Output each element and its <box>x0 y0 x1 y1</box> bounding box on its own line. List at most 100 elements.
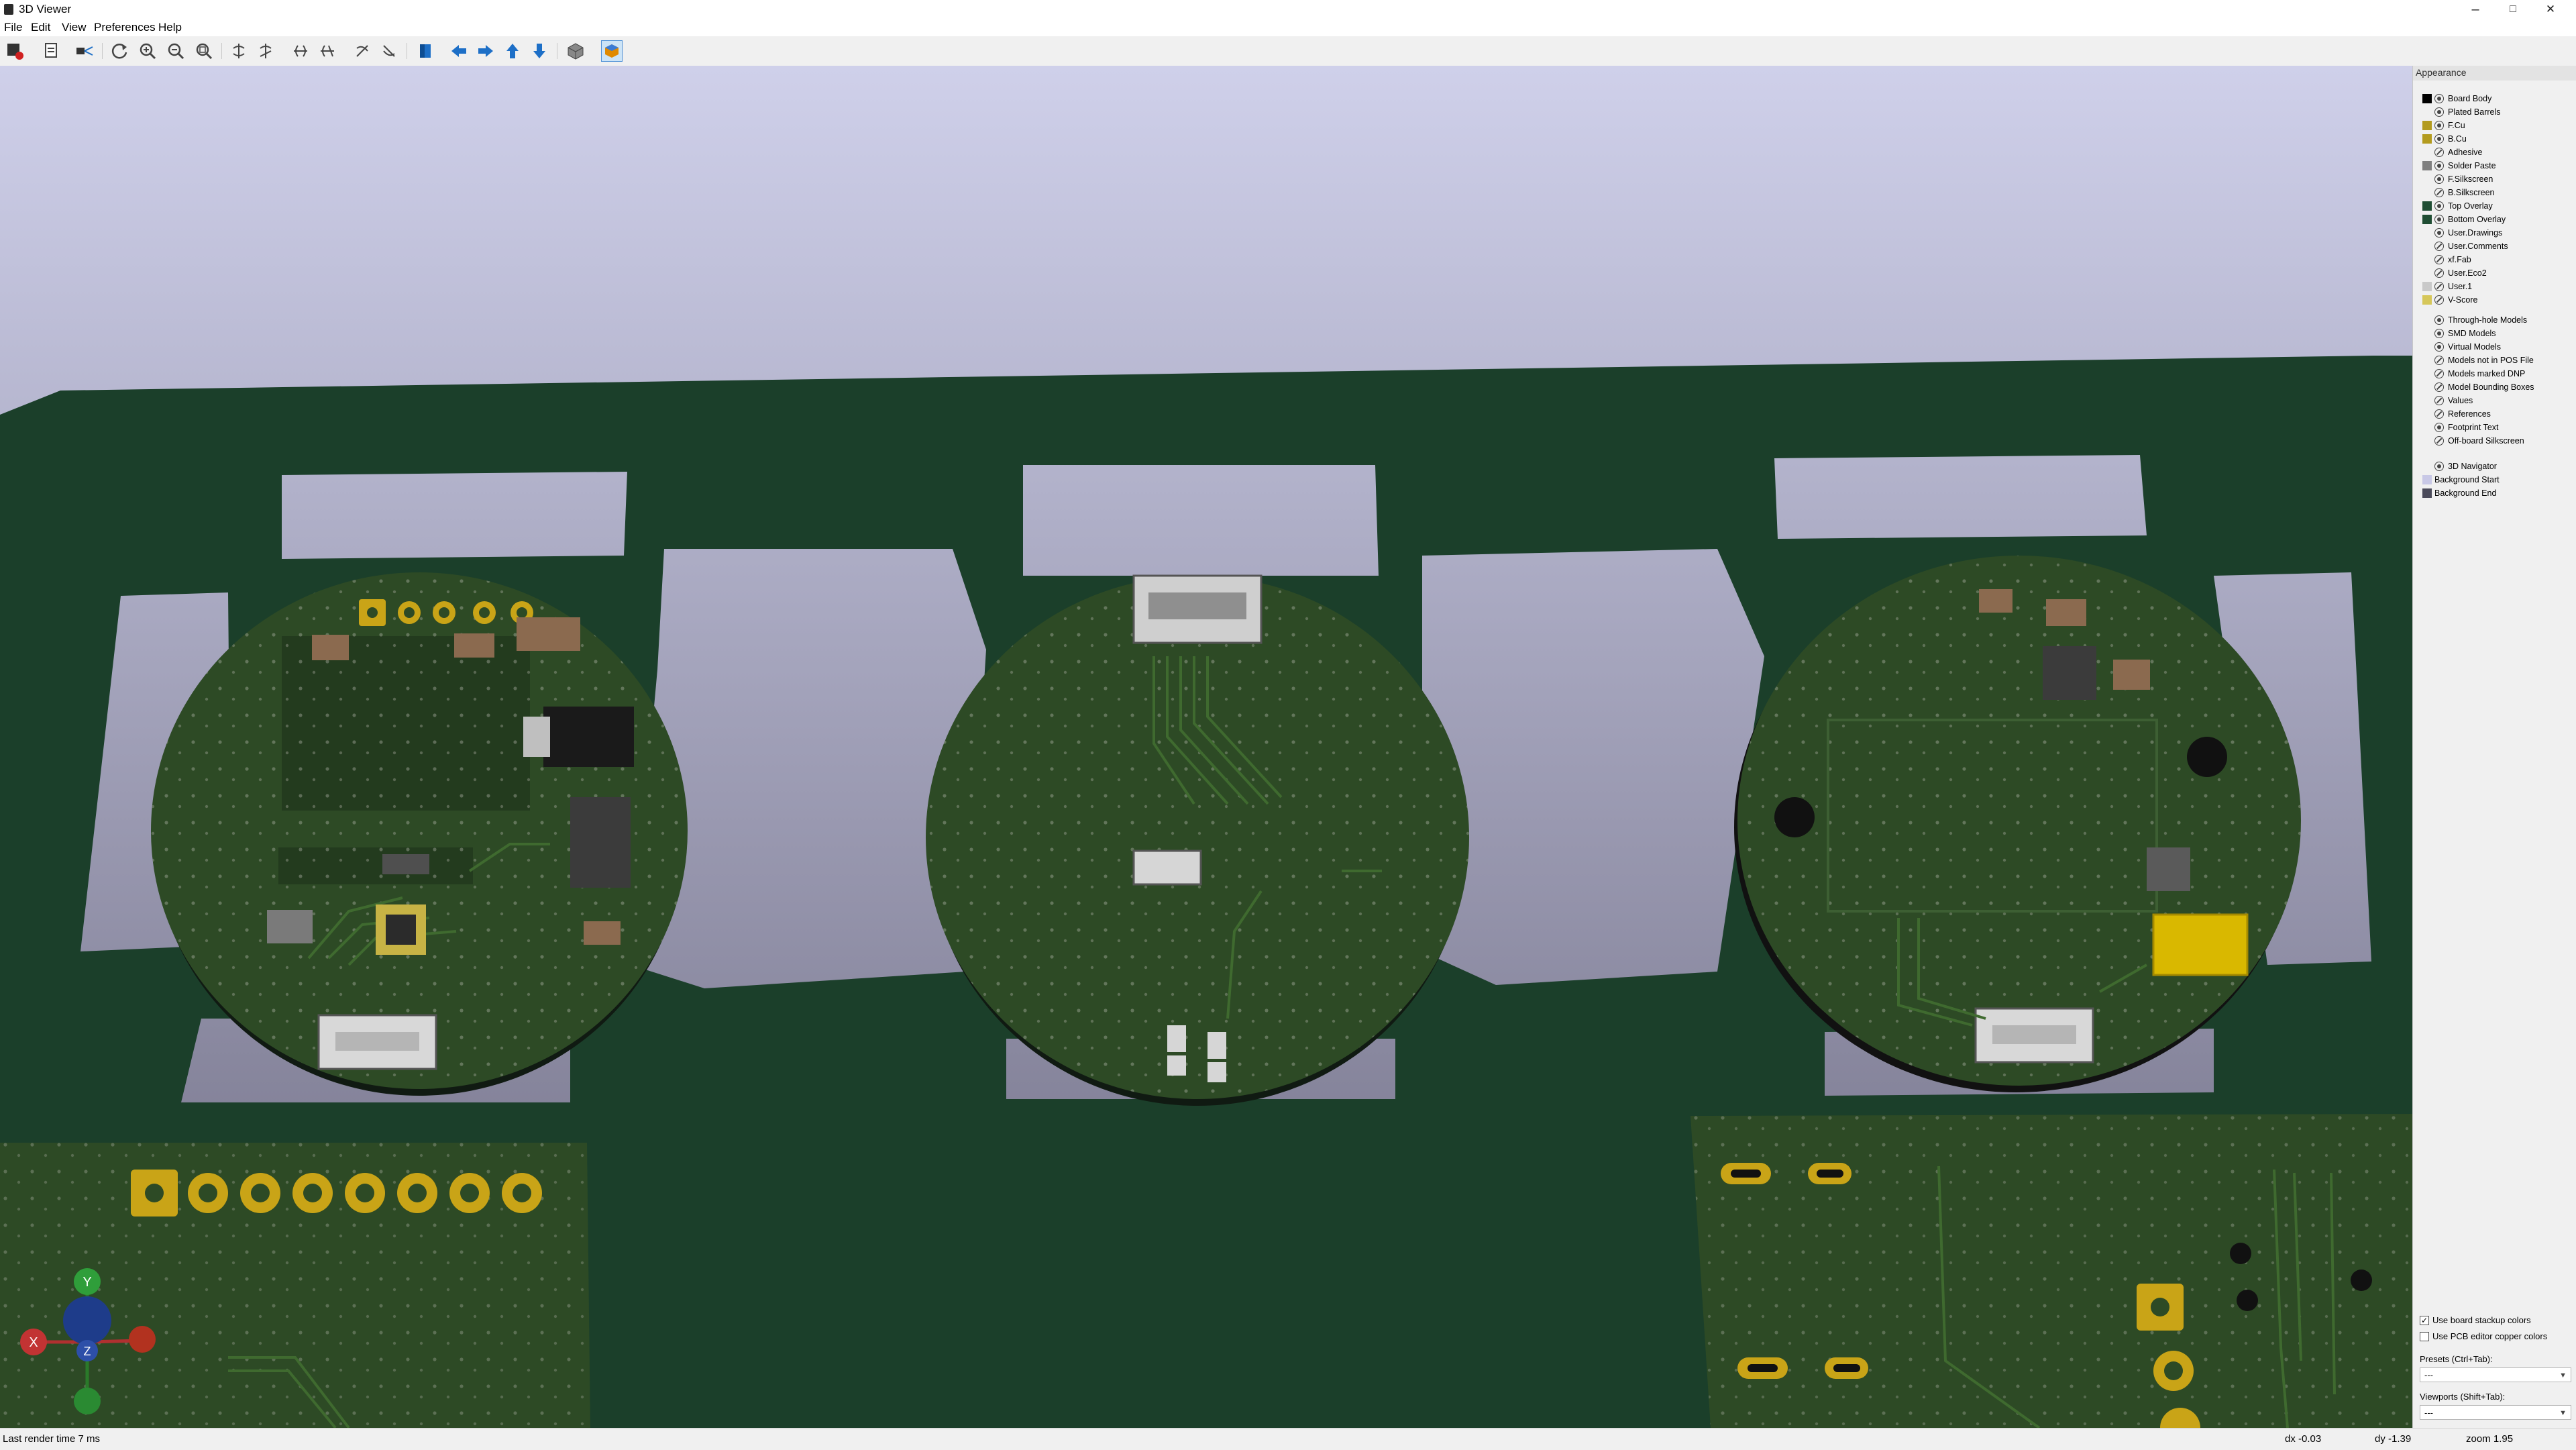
visibility-off-icon[interactable] <box>2434 295 2444 305</box>
layer-row-footprint-text[interactable]: Footprint Text <box>2422 421 2499 433</box>
rotate-x-ccw-icon[interactable] <box>255 40 276 62</box>
flip-board-icon[interactable] <box>415 40 436 62</box>
layer-row-user-comments[interactable]: User.Comments <box>2422 240 2508 252</box>
layer-row-solder-paste[interactable]: Solder Paste <box>2422 160 2496 172</box>
visibility-on-icon[interactable] <box>2434 462 2444 471</box>
menu-file[interactable]: File <box>4 21 22 34</box>
visibility-on-icon[interactable] <box>2434 201 2444 211</box>
viewports-dropdown[interactable]: --- ▼ <box>2420 1405 2571 1420</box>
pan-left-icon[interactable] <box>448 40 470 62</box>
layer-row-v-score[interactable]: V-Score <box>2422 294 2477 306</box>
color-swatch[interactable] <box>2422 94 2432 103</box>
raytrace-icon[interactable] <box>74 40 95 62</box>
color-swatch[interactable] <box>2422 315 2432 325</box>
color-swatch[interactable] <box>2422 409 2432 419</box>
rotate-y-ccw-icon[interactable] <box>317 40 338 62</box>
visibility-off-icon[interactable] <box>2434 436 2444 446</box>
toggle-ortho-icon[interactable] <box>565 40 586 62</box>
layer-row-adhesive[interactable]: Adhesive <box>2422 146 2482 158</box>
color-swatch[interactable] <box>2422 121 2432 130</box>
color-swatch[interactable] <box>2422 174 2432 184</box>
visibility-off-icon[interactable] <box>2434 356 2444 365</box>
color-swatch[interactable] <box>2422 201 2432 211</box>
color-swatch[interactable] <box>2422 475 2432 484</box>
rotate-y-cw-icon[interactable] <box>290 40 311 62</box>
visibility-off-icon[interactable] <box>2434 242 2444 251</box>
visibility-on-icon[interactable] <box>2434 161 2444 170</box>
visibility-off-icon[interactable] <box>2434 409 2444 419</box>
color-swatch[interactable] <box>2422 488 2432 498</box>
visibility-on-icon[interactable] <box>2434 215 2444 224</box>
visibility-off-icon[interactable] <box>2434 268 2444 278</box>
visibility-off-icon[interactable] <box>2434 282 2444 291</box>
layer-row-model-bounding-boxes[interactable]: Model Bounding Boxes <box>2422 381 2534 393</box>
checkbox-checked-icon[interactable]: ✓ <box>2420 1315 2429 1325</box>
visibility-on-icon[interactable] <box>2434 329 2444 338</box>
pan-right-icon[interactable] <box>475 40 496 62</box>
layer-row-through-hole-models[interactable]: Through-hole Models <box>2422 314 2527 326</box>
color-swatch[interactable] <box>2422 148 2432 157</box>
rotate-z-ccw-icon[interactable] <box>378 40 400 62</box>
layer-row-user-1[interactable]: User.1 <box>2422 280 2472 293</box>
layer-row-models-not-in-pos-file[interactable]: Models not in POS File <box>2422 354 2534 366</box>
color-swatch[interactable] <box>2422 356 2432 365</box>
visibility-on-icon[interactable] <box>2434 315 2444 325</box>
layer-row-b-silkscreen[interactable]: B.Silkscreen <box>2422 187 2494 199</box>
layer-row-values[interactable]: Values <box>2422 395 2473 407</box>
color-swatch[interactable] <box>2422 382 2432 392</box>
pan-down-icon[interactable] <box>529 40 550 62</box>
color-swatch[interactable] <box>2422 423 2432 432</box>
rotate-x-cw-icon[interactable] <box>228 40 250 62</box>
close-button[interactable]: ✕ <box>2524 0 2576 19</box>
visibility-off-icon[interactable] <box>2434 188 2444 197</box>
visibility-on-icon[interactable] <box>2434 107 2444 117</box>
layer-row-references[interactable]: References <box>2422 408 2491 420</box>
layer-row-background-start[interactable]: Background Start <box>2422 474 2500 486</box>
color-swatch[interactable] <box>2422 329 2432 338</box>
color-swatch[interactable] <box>2422 242 2432 251</box>
zoom-out-icon[interactable] <box>165 40 186 62</box>
visibility-off-icon[interactable] <box>2434 396 2444 405</box>
visibility-off-icon[interactable] <box>2434 148 2444 157</box>
color-swatch[interactable] <box>2422 255 2432 264</box>
visibility-off-icon[interactable] <box>2434 369 2444 378</box>
zoom-in-icon[interactable] <box>137 40 158 62</box>
visibility-on-icon[interactable] <box>2434 94 2444 103</box>
visibility-on-icon[interactable] <box>2434 174 2444 184</box>
visibility-off-icon[interactable] <box>2434 382 2444 392</box>
copy-image-icon[interactable] <box>40 40 62 62</box>
color-swatch[interactable] <box>2422 396 2432 405</box>
layer-row-top-overlay[interactable]: Top Overlay <box>2422 200 2493 212</box>
color-swatch[interactable] <box>2422 342 2432 352</box>
presets-dropdown[interactable]: --- ▼ <box>2420 1367 2571 1382</box>
layer-row-f-cu[interactable]: F.Cu <box>2422 119 2465 132</box>
color-swatch[interactable] <box>2422 215 2432 224</box>
visibility-on-icon[interactable] <box>2434 134 2444 144</box>
use-board-stackup-colors-checkbox[interactable]: ✓ Use board stackup colors <box>2420 1315 2531 1325</box>
rotate-z-cw-icon[interactable] <box>352 40 373 62</box>
menu-view[interactable]: View <box>62 21 87 34</box>
layer-row-background-end[interactable]: Background End <box>2422 487 2496 499</box>
color-swatch[interactable] <box>2422 228 2432 238</box>
visibility-on-icon[interactable] <box>2434 342 2444 352</box>
layer-row-models-marked-dnp[interactable]: Models marked DNP <box>2422 368 2525 380</box>
layer-row-b-cu[interactable]: B.Cu <box>2422 133 2467 145</box>
layer-row-board-body[interactable]: Board Body <box>2422 93 2491 105</box>
layer-row-user-drawings[interactable]: User.Drawings <box>2422 227 2502 239</box>
menu-help[interactable]: Help <box>158 21 182 34</box>
color-swatch[interactable] <box>2422 161 2432 170</box>
menu-preferences[interactable]: Preferences <box>94 21 156 34</box>
pan-up-icon[interactable] <box>502 40 523 62</box>
color-swatch[interactable] <box>2422 462 2432 471</box>
layer-row-3d-navigator[interactable]: 3D Navigator <box>2422 460 2497 472</box>
layer-row-user-eco2[interactable]: User.Eco2 <box>2422 267 2487 279</box>
visibility-on-icon[interactable] <box>2434 121 2444 130</box>
layer-row-plated-barrels[interactable]: Plated Barrels <box>2422 106 2501 118</box>
zoom-fit-icon[interactable] <box>193 40 215 62</box>
color-swatch[interactable] <box>2422 107 2432 117</box>
visibility-on-icon[interactable] <box>2434 228 2444 238</box>
color-swatch[interactable] <box>2422 436 2432 446</box>
layer-row-virtual-models[interactable]: Virtual Models <box>2422 341 2501 353</box>
3d-viewport[interactable]: Y X Z <box>0 66 2412 1428</box>
color-swatch[interactable] <box>2422 188 2432 197</box>
